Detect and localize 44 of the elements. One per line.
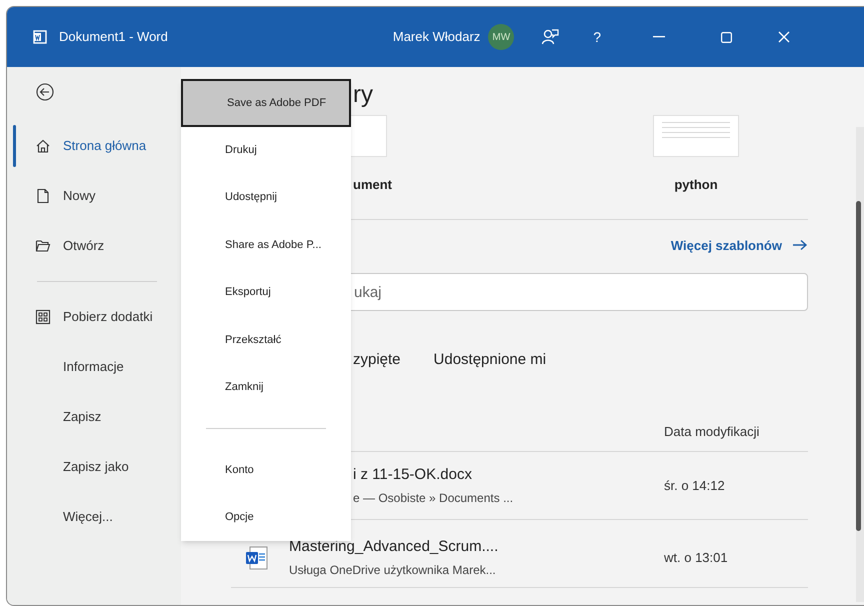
- sidebar-item[interactable]: Więcej...: [63, 507, 113, 527]
- menu-item[interactable]: Udostępnij: [181, 174, 351, 222]
- sidebar-item[interactable]: Pobierz dodatki: [63, 307, 153, 327]
- sidebar-item[interactable]: Otwórz: [63, 236, 104, 256]
- sidebar-item[interactable]: Nowy: [63, 186, 96, 206]
- menu-item[interactable]: Share as Adobe P...: [181, 221, 351, 269]
- window-title: Dokument1 - Word: [59, 28, 168, 46]
- modified-date: wt. o 13:01: [664, 548, 729, 567]
- back-icon[interactable]: [36, 83, 54, 101]
- close-icon[interactable]: [778, 31, 790, 43]
- sidebar-item[interactable]: Zapisz: [63, 407, 102, 427]
- template-label[interactable]: python: [674, 175, 718, 194]
- feedback-icon[interactable]: [541, 28, 560, 46]
- file-location: e — Osobiste » Documents ...: [353, 490, 514, 507]
- word-app-icon: [33, 30, 47, 44]
- more-templates-link[interactable]: Więcej szablonów: [670, 236, 808, 255]
- menu-item[interactable]: Save as Adobe PDF: [181, 79, 351, 127]
- arrow-icon: [792, 239, 808, 252]
- template-label[interactable]: ument: [353, 175, 481, 194]
- file-location: Usługa OneDrive użytkownika Marek...: [289, 562, 497, 579]
- menu-item[interactable]: Zamknij: [181, 364, 351, 412]
- word-document-icon: [245, 544, 269, 570]
- tab[interactable]: zypięte: [353, 349, 401, 372]
- home-icon: [35, 138, 51, 154]
- maximize-icon[interactable]: [721, 32, 732, 42]
- add-ins-icon: [35, 309, 51, 325]
- section-heading: ry: [353, 81, 374, 109]
- sidebar-item[interactable]: Strona główna: [63, 136, 146, 156]
- user-name: Marek Włodarz: [392, 28, 480, 46]
- folder-icon: [35, 238, 51, 254]
- modified-date: śr. o 14:12: [664, 476, 726, 495]
- document-icon: [35, 188, 51, 204]
- user-avatar[interactable]: MW: [488, 24, 514, 50]
- help-button[interactable]: ?: [593, 26, 602, 48]
- menu-item[interactable]: Przekształć: [181, 316, 351, 364]
- template-thumbnail[interactable]: [653, 115, 739, 157]
- menu-item[interactable]: Drukuj: [181, 126, 351, 174]
- tab[interactable]: Udostępnione mi: [434, 349, 546, 372]
- minimize-icon[interactable]: [653, 36, 666, 38]
- file-name[interactable]: i z 11-15-OK.docx: [353, 464, 514, 487]
- sidebar-item[interactable]: Zapisz jako: [63, 457, 129, 477]
- scrollbar[interactable]: [856, 127, 864, 602]
- column-header: Data modyfikacji: [664, 422, 760, 441]
- sidebar-item[interactable]: Informacje: [63, 357, 124, 377]
